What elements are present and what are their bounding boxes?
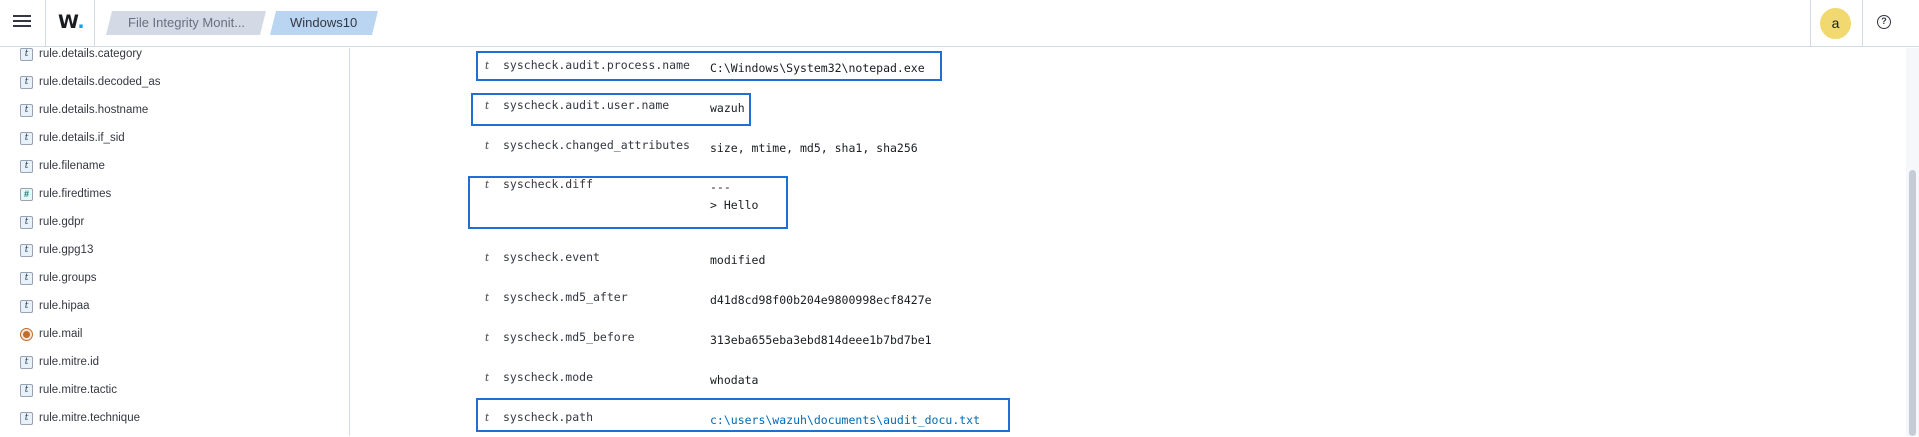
field-label: rule.gpg13 <box>39 244 94 256</box>
sidebar-field-rule-mitre-tactic[interactable]: t rule.mitre.tactic <box>20 380 117 400</box>
string-type-icon: t <box>20 411 33 425</box>
sidebar-field-rule-gdpr[interactable]: t rule.gdpr <box>20 212 84 232</box>
field-label: rule.details.if_sid <box>39 132 125 144</box>
field-label: rule.gdpr <box>39 216 85 228</box>
doc-field-key: syscheck.event <box>503 250 600 264</box>
field-label: rule.firedtimes <box>39 188 112 200</box>
sidebar-field-rule-details-if-sid[interactable]: t rule.details.if_sid <box>20 128 125 148</box>
header-divider <box>1862 0 1863 47</box>
highlight-box <box>476 398 1010 432</box>
string-type-icon: t <box>20 355 33 369</box>
field-label: rule.hipaa <box>39 300 90 312</box>
field-label: rule.groups <box>39 272 97 284</box>
highlight-box <box>476 51 942 81</box>
scrollbar-thumb[interactable] <box>1909 170 1916 436</box>
breadcrumb-file-integrity[interactable]: File Integrity Monit... <box>106 11 266 35</box>
sidebar-field-rule-filename[interactable]: t rule.filename <box>20 156 105 176</box>
highlight-box <box>471 93 751 126</box>
string-type-icon: t <box>20 383 33 397</box>
help-icon[interactable]: ? <box>1877 15 1891 29</box>
sidebar-field-rule-gpg13[interactable]: t rule.gpg13 <box>20 240 93 260</box>
string-type-icon: t <box>20 243 33 257</box>
field-label: rule.mitre.id <box>39 356 100 368</box>
string-type-icon: t <box>20 159 33 173</box>
string-type-icon: t <box>485 141 490 152</box>
string-type-icon: t <box>20 215 33 229</box>
sidebar-field-rule-groups[interactable]: t rule.groups <box>20 268 97 288</box>
doc-field-value[interactable]: size, mtime, md5, sha1, sha256 <box>710 139 918 157</box>
doc-field-value[interactable]: whodata <box>710 371 758 389</box>
string-type-icon: t <box>20 103 33 117</box>
doc-field-value[interactable]: modified <box>710 251 765 269</box>
string-type-icon: t <box>20 75 33 89</box>
sidebar-field-rule-details-category[interactable]: t rule.details.category <box>20 48 142 64</box>
field-label: rule.mitre.technique <box>39 412 140 424</box>
field-label: rule.mitre.tactic <box>39 384 117 396</box>
doc-field-key: syscheck.md5_before <box>503 330 635 344</box>
header-divider <box>1810 0 1811 47</box>
sidebar-field-rule-mail[interactable]: rule.mail <box>20 324 82 344</box>
doc-field-key: syscheck.mode <box>503 370 594 384</box>
string-type-icon: t <box>485 293 490 304</box>
string-type-icon: t <box>20 48 33 61</box>
string-type-icon: t <box>485 373 490 384</box>
doc-field-key: syscheck.md5_after <box>503 290 628 304</box>
string-type-icon: t <box>20 131 33 145</box>
string-type-icon: t <box>485 333 490 344</box>
field-list-sidebar: t rule.details.category t rule.details.dec… <box>0 48 350 436</box>
wazuh-logo[interactable]: W. <box>58 11 85 33</box>
breadcrumb-windows10[interactable]: Windows10 <box>270 11 378 35</box>
user-avatar[interactable]: a <box>1820 8 1851 39</box>
field-label: rule.details.hostname <box>39 104 149 116</box>
sidebar-field-rule-details-decoded-as[interactable]: t rule.details.decoded_as <box>20 72 160 92</box>
field-label: rule.details.decoded_as <box>39 76 161 88</box>
field-label: rule.mail <box>39 328 83 340</box>
header-divider <box>45 0 46 47</box>
string-type-icon: t <box>20 299 33 313</box>
doc-field-key: syscheck.changed_attributes <box>503 138 690 152</box>
string-type-icon: t <box>485 253 490 264</box>
sidebar-field-rule-mitre-technique[interactable]: t rule.mitre.technique <box>20 408 140 428</box>
sidebar-field-rule-hipaa[interactable]: t rule.hipaa <box>20 296 90 316</box>
sidebar-field-rule-firedtimes[interactable]: # rule.firedtimes <box>20 184 111 204</box>
highlight-box <box>468 176 788 229</box>
geo-type-icon <box>20 327 33 341</box>
sidebar-field-rule-details-hostname[interactable]: t rule.details.hostname <box>20 100 148 120</box>
field-label: rule.details.category <box>39 48 142 60</box>
sidebar-field-rule-mitre-id[interactable]: t rule.mitre.id <box>20 352 99 372</box>
string-type-icon: t <box>20 271 33 285</box>
doc-field-value[interactable]: 313eba655eba3ebd814deee1b7bd7be1 <box>710 331 932 349</box>
header-divider <box>94 0 95 47</box>
hamburger-menu-icon[interactable] <box>10 12 34 34</box>
number-type-icon: # <box>20 187 33 201</box>
top-header: W. File Integrity Monit... Windows10 a ? <box>0 0 1919 47</box>
doc-field-value[interactable]: d41d8cd98f00b204e9800998ecf8427e <box>710 291 932 309</box>
field-label: rule.filename <box>39 160 105 172</box>
